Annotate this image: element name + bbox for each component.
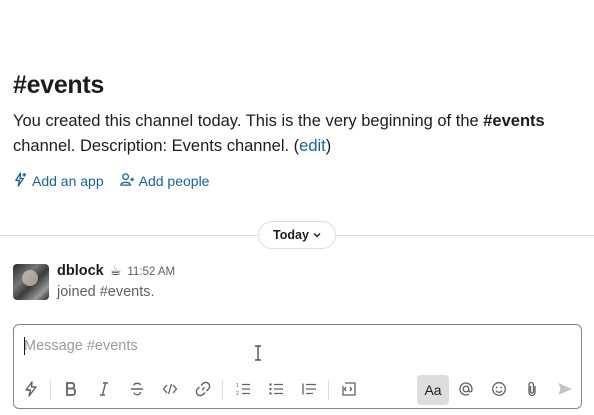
text-caret bbox=[24, 337, 25, 355]
add-app-button[interactable]: Add an app bbox=[13, 172, 104, 190]
desc-after: channel. Description: Events channel. ( bbox=[13, 137, 300, 155]
code-block-icon bbox=[341, 381, 357, 400]
status-emoji-icon: ☕ bbox=[109, 263, 122, 278]
day-label: Today bbox=[273, 228, 309, 242]
username[interactable]: dblock bbox=[57, 263, 104, 279]
send-button[interactable] bbox=[548, 375, 581, 405]
svg-text:2: 2 bbox=[236, 391, 239, 397]
add-people-button[interactable]: Add people bbox=[119, 172, 210, 190]
mention-button[interactable] bbox=[449, 375, 482, 405]
add-people-label: Add people bbox=[138, 173, 210, 189]
emoji-button[interactable] bbox=[482, 375, 515, 405]
svg-text:1: 1 bbox=[236, 383, 239, 389]
desc-before: You created this channel today. This is … bbox=[13, 112, 484, 130]
blockquote-button[interactable] bbox=[292, 375, 325, 405]
mouse-ibeam-cursor bbox=[254, 345, 262, 366]
strike-icon bbox=[129, 381, 145, 400]
add-app-label: Add an app bbox=[32, 173, 104, 189]
bold-button[interactable] bbox=[54, 375, 87, 405]
desc-channel: #events bbox=[483, 112, 545, 130]
message-item: dblock ☕ 11:52 AM joined #events. bbox=[13, 263, 175, 300]
edit-link[interactable]: edit bbox=[299, 137, 326, 155]
formatting-toggle-button[interactable]: Aa bbox=[417, 375, 449, 405]
message-header: dblock ☕ 11:52 AM bbox=[57, 263, 175, 279]
attach-button[interactable] bbox=[515, 375, 548, 405]
channel-view: #events You created this channel today. … bbox=[0, 0, 594, 415]
formatting-label: Aa bbox=[424, 382, 442, 398]
channel-intro: #events You created this channel today. … bbox=[13, 68, 583, 159]
message-body: dblock ☕ 11:52 AM joined #events. bbox=[57, 263, 175, 300]
lightning-plus-icon bbox=[13, 172, 28, 190]
message-input[interactable] bbox=[24, 335, 564, 357]
ordered-list-button[interactable]: 12 bbox=[226, 375, 259, 405]
bullet-list-icon bbox=[268, 381, 284, 400]
composer-toolbar: 12 Aa bbox=[14, 373, 581, 407]
message-time[interactable]: 11:52 AM bbox=[127, 266, 175, 278]
mention-icon bbox=[458, 381, 474, 400]
send-icon bbox=[557, 381, 573, 400]
italic-icon bbox=[96, 381, 112, 400]
italic-button[interactable] bbox=[87, 375, 120, 405]
strikethrough-button[interactable] bbox=[120, 375, 153, 405]
channel-description: You created this channel today. This is … bbox=[13, 109, 583, 159]
link-icon bbox=[195, 381, 211, 400]
ordered-list-icon: 12 bbox=[235, 381, 251, 400]
channel-hash: # bbox=[13, 71, 27, 99]
page-title: #events bbox=[13, 68, 583, 102]
message-text: joined #events. bbox=[57, 284, 155, 300]
avatar[interactable] bbox=[13, 264, 49, 300]
code-button[interactable] bbox=[153, 375, 186, 405]
attach-icon bbox=[524, 381, 540, 400]
toolbar-divider bbox=[222, 380, 223, 400]
desc-close: ) bbox=[325, 137, 332, 155]
lightning-icon bbox=[23, 380, 39, 400]
person-plus-icon bbox=[119, 172, 135, 190]
bullet-list-button[interactable] bbox=[259, 375, 292, 405]
channel-name: events bbox=[26, 71, 105, 99]
toolbar-divider bbox=[50, 380, 51, 400]
toolbar-divider bbox=[328, 380, 329, 400]
day-divider-button[interactable]: Today bbox=[258, 221, 336, 249]
code-block-button[interactable] bbox=[332, 375, 365, 405]
bold-icon bbox=[63, 381, 79, 400]
code-icon bbox=[162, 381, 178, 400]
channel-actions: Add an app Add people bbox=[13, 172, 209, 190]
chevron-down-icon bbox=[313, 228, 321, 242]
blockquote-icon bbox=[301, 381, 317, 400]
emoji-icon bbox=[491, 381, 507, 400]
link-button[interactable] bbox=[186, 375, 219, 405]
message-composer: 12 Aa bbox=[13, 324, 582, 409]
shortcuts-button[interactable] bbox=[14, 375, 47, 405]
